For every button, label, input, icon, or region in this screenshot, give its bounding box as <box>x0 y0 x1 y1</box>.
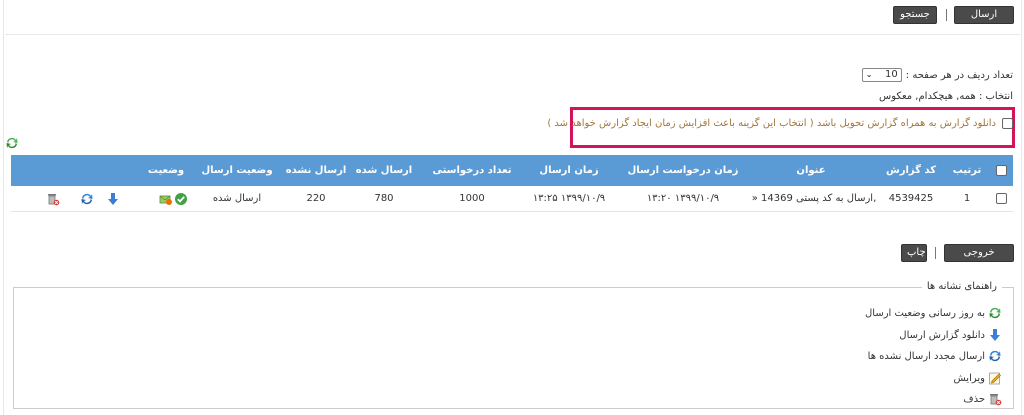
row-title[interactable]: » ارسال به کد پستی 14369, <box>751 186 877 211</box>
success-check-icon <box>174 192 188 206</box>
sending-icon <box>159 192 173 206</box>
row-report-code: 4539425 <box>888 193 934 204</box>
delete-icon <box>988 392 1002 406</box>
edit-icon <box>988 371 1002 385</box>
select-none-link[interactable]: هیچکدام <box>918 91 953 102</box>
chevron-down-icon: ⌄ <box>865 70 873 79</box>
row-checkbox-cell <box>993 186 1009 211</box>
legend-label: ویرایش <box>953 372 985 384</box>
legend-label: دانلود گزارش ارسال <box>899 329 985 341</box>
header-unsent-count[interactable]: ارسال نشده <box>281 155 351 186</box>
legend-item-resend: ارسال مجدد ارسال نشده ها <box>868 349 1002 363</box>
row-delete-cell <box>43 186 63 211</box>
select-label: انتخاب : <box>978 91 1013 102</box>
row-unsent-count: 220 <box>306 193 326 204</box>
header-requested-count[interactable]: تعداد درخواستی <box>427 155 517 186</box>
rows-per-page-value: 10 <box>885 69 898 80</box>
header-title[interactable]: عنوان <box>751 155 871 186</box>
grid-header: ترتیب کد گزارش عنوان زمان درخواست ارسال … <box>11 155 1013 186</box>
select-invert-link[interactable]: معکوس <box>879 91 912 102</box>
header-send-status[interactable]: وضعیت ارسال <box>197 155 277 186</box>
icon-legend: راهنمای نشانه ها به روز رسانی وضعیت ارسا… <box>13 281 1014 409</box>
new-send-button[interactable]: ارسال جدید <box>954 6 1014 36</box>
toolbar-separator <box>946 9 947 21</box>
delete-icon[interactable] <box>46 192 60 206</box>
refresh-status-icon <box>988 306 1002 320</box>
download-delivery-label: دانلود گزارش به همراه گزارش تحویل باشد (… <box>547 118 996 129</box>
frame-right-border <box>1021 0 1022 415</box>
resend-icon[interactable] <box>80 192 94 206</box>
excel-export-button[interactable]: خروجی اکسل <box>944 244 1014 274</box>
frame-left-border <box>3 0 4 415</box>
header-request-time[interactable]: زمان درخواست ارسال <box>623 155 743 186</box>
header-order[interactable]: ترتیب <box>947 155 987 186</box>
legend-label: ارسال مجدد ارسال نشده ها <box>867 350 985 362</box>
rows-per-page-label: تعداد ردیف در هر صفحه : <box>905 69 1013 81</box>
header-send-time[interactable]: زمان ارسال <box>519 155 619 186</box>
download-icon <box>988 328 1002 342</box>
legend-item-refresh: به روز رسانی وضعیت ارسال <box>865 306 1002 320</box>
search-button[interactable]: جستجو <box>893 6 937 24</box>
row-send-time: ۱۳:۲۵ ۱۳۹۹/۱۰/۹ <box>532 193 606 204</box>
row-send-status: ارسال شده <box>212 193 262 204</box>
row-sent-count: 780 <box>374 193 394 204</box>
download-icon[interactable] <box>106 192 120 206</box>
legend-label: به روز رسانی وضعیت ارسال <box>865 307 985 319</box>
selection-links: انتخاب : همه, هیچکدام, معکوس <box>879 91 1013 102</box>
row-requested-count: 1000 <box>459 193 485 204</box>
export-separator <box>935 247 936 259</box>
header-status[interactable]: وضعیت <box>141 155 191 186</box>
row-request-time: ۱۳:۲۰ ۱۳۹۹/۱۰/۹ <box>646 193 720 204</box>
row-resend-cell <box>77 186 97 211</box>
legend-label: حذف <box>963 393 985 405</box>
table-row: 1 4539425 » ارسال به کد پستی 14369, ۱۳:۲… <box>11 186 1013 212</box>
download-delivery-checkbox[interactable] <box>1002 118 1013 129</box>
header-select-all-checkbox-cell <box>993 155 1009 186</box>
resend-icon <box>988 349 1002 363</box>
refresh-status-icon[interactable] <box>5 136 19 150</box>
rows-per-page-select[interactable]: ⌄ 10 <box>861 68 902 82</box>
print-button[interactable]: چاپ <box>901 244 927 262</box>
legend-item-download: دانلود گزارش ارسال <box>899 328 1002 342</box>
legend-item-delete: حذف <box>963 392 1002 406</box>
legend-title: راهنمای نشانه ها <box>921 281 1002 292</box>
header-select-all-checkbox[interactable] <box>995 165 1007 176</box>
row-download-cell <box>103 186 123 211</box>
row-status-icons <box>153 186 193 211</box>
select-all-link[interactable]: همه <box>959 91 975 102</box>
legend-item-edit: ویرایش <box>954 371 1002 385</box>
toolbar-divider <box>5 34 1020 35</box>
row-order: 1 <box>963 193 971 204</box>
download-delivery-option: دانلود گزارش به همراه گزارش تحویل باشد (… <box>547 118 1013 129</box>
header-sent-count[interactable]: ارسال شده <box>347 155 421 186</box>
rows-per-page-control: تعداد ردیف در هر صفحه : ⌄ 10 <box>861 68 1013 82</box>
header-report-code[interactable]: کد گزارش <box>881 155 941 186</box>
row-checkbox[interactable] <box>995 193 1007 204</box>
